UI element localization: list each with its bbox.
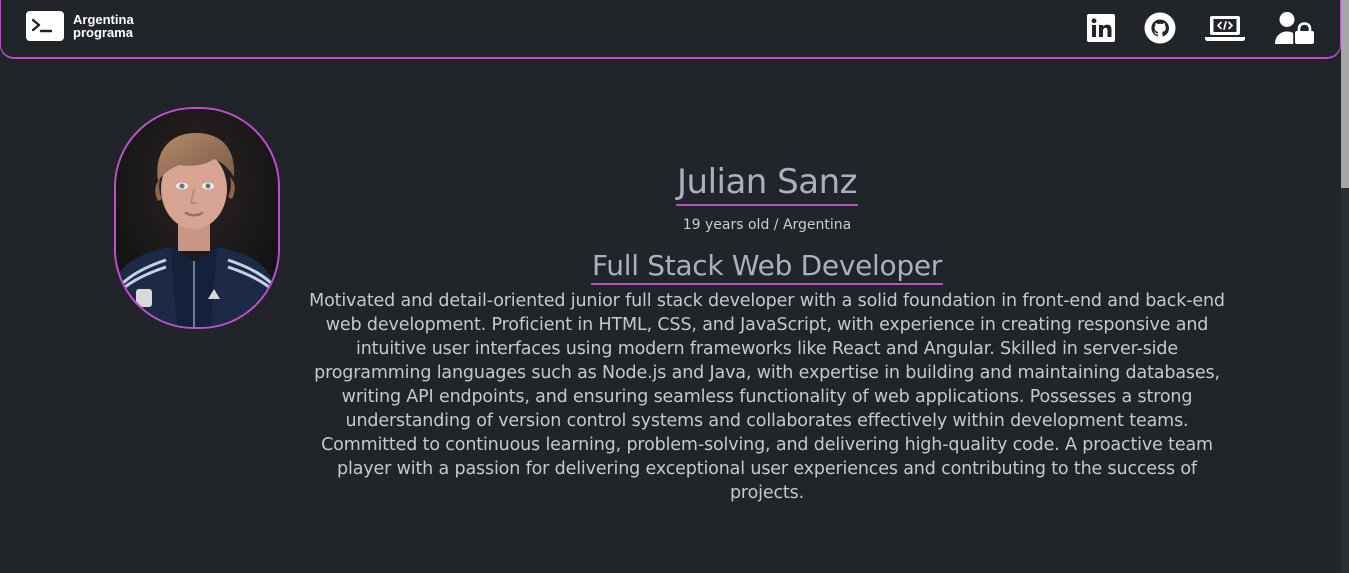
github-link[interactable] — [1144, 12, 1176, 48]
linkedin-icon — [1086, 13, 1116, 47]
laptop-code-icon — [1204, 13, 1246, 47]
login-link[interactable] — [1274, 11, 1316, 49]
profile-role: Full Stack Web Developer — [591, 249, 943, 285]
profile-photo — [114, 107, 280, 329]
linkedin-link[interactable] — [1086, 13, 1116, 47]
scrollbar-thumb[interactable] — [1341, 0, 1349, 188]
profile-content: Julian Sanz 19 years old / Argentina Ful… — [300, 160, 1234, 505]
brand-logo[interactable]: Argentina programa — [26, 11, 134, 41]
page-scrollbar[interactable] — [1341, 0, 1349, 573]
brand-text: Argentina programa — [73, 13, 134, 39]
github-icon — [1144, 12, 1176, 48]
social-nav — [1058, 11, 1316, 49]
profile-name: Julian Sanz — [676, 160, 858, 206]
brand-line-2: programa — [73, 25, 133, 40]
navbar: Argentina programa — [0, 0, 1341, 59]
portfolio-page: Argentina programa Julian Sanz 19 years … — [0, 0, 1349, 573]
terminal-icon — [26, 11, 64, 41]
projects-link[interactable] — [1204, 13, 1246, 47]
user-lock-icon — [1274, 11, 1316, 49]
profile-bio: Motivated and detail-oriented junior ful… — [309, 291, 1225, 503]
profile-subtitle: 19 years old / Argentina — [682, 217, 852, 233]
